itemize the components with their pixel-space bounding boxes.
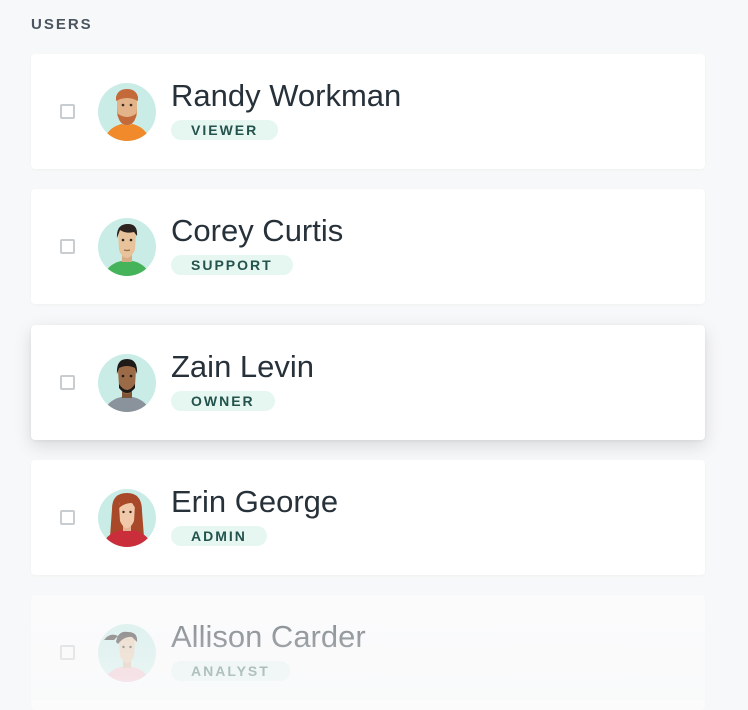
role-badge: ANALYST (171, 661, 290, 681)
select-checkbox[interactable] (60, 510, 75, 525)
user-row-corey-curtis[interactable]: Corey Curtis SUPPORT (31, 189, 705, 304)
user-row-zain-levin[interactable]: Zain Levin OWNER (31, 325, 705, 440)
user-name: Erin George (171, 484, 339, 519)
user-row-erin-george[interactable]: Erin George ADMIN (31, 460, 705, 575)
section-title: USERS (31, 16, 93, 33)
role-badge: VIEWER (171, 120, 279, 140)
role-badge: ADMIN (171, 526, 267, 546)
man-avatar-icon (98, 354, 156, 412)
select-checkbox[interactable] (60, 375, 75, 390)
user-name: Randy Workman (171, 78, 402, 113)
woman-avatar-icon (98, 624, 156, 682)
bearded-man-avatar-icon (98, 83, 156, 141)
user-name: Zain Levin (171, 349, 315, 384)
select-checkbox[interactable] (60, 645, 75, 660)
user-row-randy-workman[interactable]: Randy Workman VIEWER (31, 54, 705, 169)
select-checkbox[interactable] (60, 104, 75, 119)
user-row-allison-carder[interactable]: Allison Carder ANALYST (31, 595, 705, 710)
role-badge: OWNER (171, 391, 275, 411)
role-badge: SUPPORT (171, 255, 293, 275)
user-name: Allison Carder (171, 619, 366, 654)
man-avatar-icon (98, 218, 156, 276)
select-checkbox[interactable] (60, 239, 75, 254)
user-name: Corey Curtis (171, 213, 344, 248)
woman-avatar-icon (98, 489, 156, 547)
